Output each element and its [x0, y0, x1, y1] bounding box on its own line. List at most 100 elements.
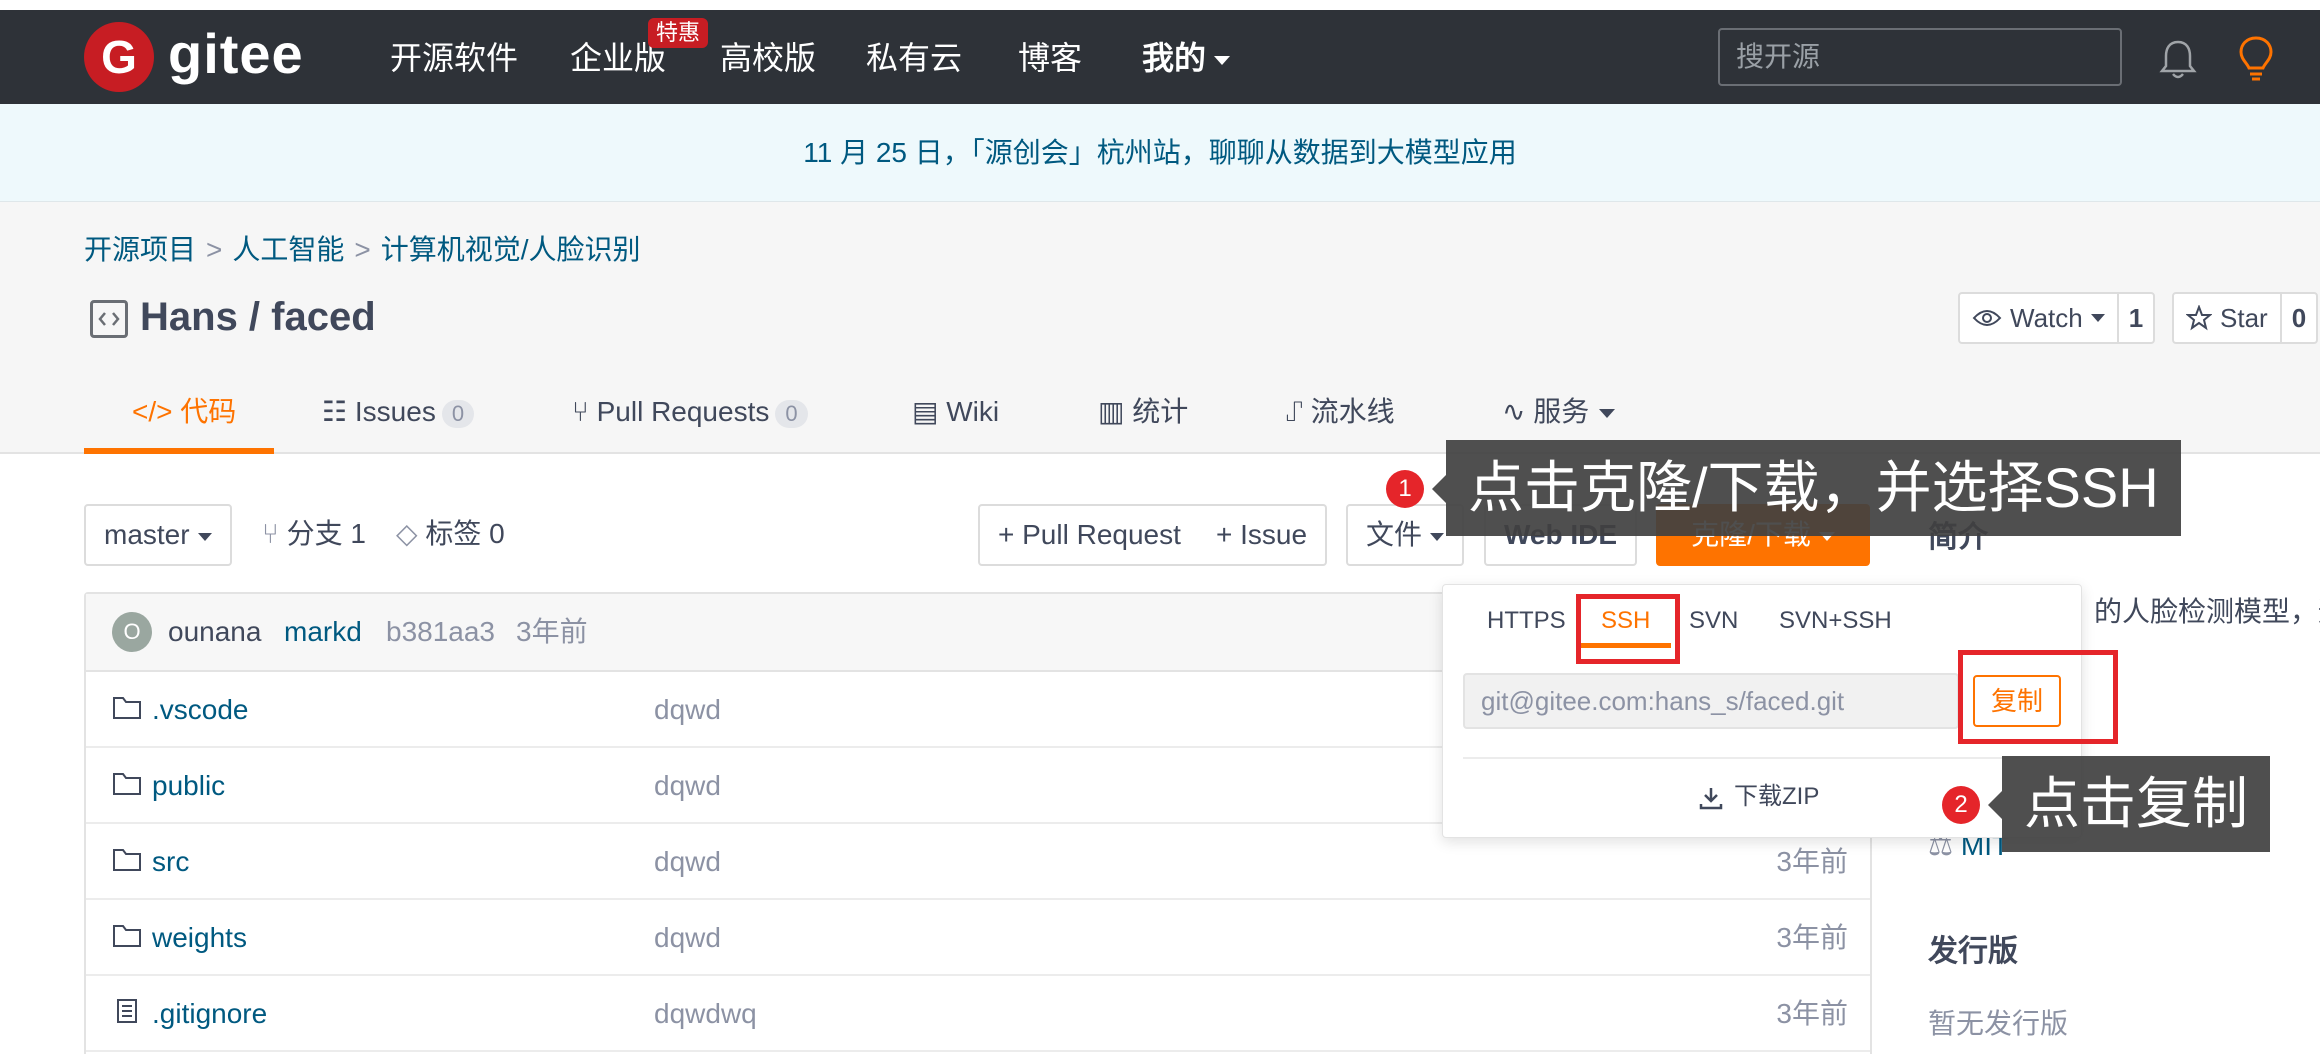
file-name[interactable]: .gitignore [152, 994, 267, 1034]
divider [1463, 757, 2063, 759]
tab-wiki[interactable]: ▤ Wiki [912, 392, 999, 432]
promo-badge: 特惠 [648, 18, 709, 48]
branch-select[interactable]: master [84, 504, 232, 566]
pulse-icon: ∿ [1502, 396, 1534, 427]
file-time: 3年前 [1776, 846, 1848, 877]
folder-icon [113, 773, 141, 795]
release-text: 暂无发行版 [1928, 1008, 2069, 1039]
lightbulb-icon[interactable] [2236, 34, 2276, 84]
pull-request-button[interactable]: + Pull Request [978, 504, 1201, 566]
download-zip-label: 下载ZIP [1734, 783, 1820, 810]
commit-author[interactable]: ounana [168, 612, 261, 652]
table-row[interactable]: .gitignore dqwdwq 3年前 [86, 976, 1870, 1052]
tab-pipeline[interactable]: ⑀ 流水线 [1286, 392, 1395, 432]
repo-title[interactable]: Hans / faced [140, 292, 376, 342]
tags-label: 标签 0 [425, 518, 505, 549]
tab-pull-requests[interactable]: ⑂ Pull Requests 0 [572, 392, 808, 432]
star-label-part: Star [2174, 294, 2280, 342]
step-1-marker: 1 [1386, 470, 1424, 508]
pipeline-icon: ⑀ [1286, 396, 1311, 427]
announcement-banner[interactable]: 11 月 25 日，「源创会」杭州站，聊聊从数据到大模型应用 [0, 104, 2320, 202]
repo-header: 开源项目 > 人工智能 > 计算机视觉/人脸识别 Hans / faced Watch … [0, 202, 2320, 454]
file-commit-message[interactable]: dqwd [654, 918, 721, 958]
book-icon: ▤ [912, 396, 947, 427]
breadcrumb-separator: > [206, 234, 223, 265]
chevron-down-icon [2090, 314, 2105, 322]
tab-code[interactable]: </> 代码 [132, 392, 236, 432]
nav-mine-label: 我的 [1142, 40, 1207, 76]
code-repo-icon [90, 300, 128, 338]
chevron-down-icon [1430, 532, 1445, 541]
folder-icon [113, 697, 141, 719]
star-icon [2186, 305, 2212, 331]
file-commit-message[interactable]: dqwd [654, 842, 721, 882]
tab-stats-label: 统计 [1132, 396, 1189, 427]
clone-url-field[interactable] [1463, 673, 1959, 729]
star-label: Star [2220, 302, 2268, 333]
top-navbar: G gitee 开源软件 企业版 特惠 高校版 私有云 博客 我的 [0, 10, 2320, 104]
star-button[interactable]: Star 0 [2172, 292, 2319, 344]
branch-icon: ⑂ [262, 518, 287, 549]
download-zip-link[interactable]: 下载ZIP [1698, 781, 1819, 813]
search-input[interactable] [1718, 28, 2122, 86]
tab-pipeline-label: 流水线 [1310, 396, 1395, 427]
protocol-svn-tab[interactable]: SVN [1689, 605, 1738, 637]
nav-mine[interactable]: 我的 [1142, 38, 1231, 78]
release-title: 发行版 [1928, 935, 2018, 968]
star-count[interactable]: 0 [2279, 294, 2316, 342]
issues-icon: ☷ [322, 396, 355, 427]
step-2-callout: 点击复制 [2002, 756, 2270, 852]
commit-time: 3年前 [516, 616, 588, 647]
file-time: 3年前 [1776, 922, 1848, 953]
step-2-marker: 2 [1942, 786, 1980, 824]
bar-chart-icon: ▥ [1098, 396, 1133, 427]
file-commit-message[interactable]: dqwd [654, 690, 721, 730]
gitee-logo-text[interactable]: gitee [168, 24, 304, 84]
commit-message[interactable]: markd [284, 612, 362, 652]
watch-label-part: Watch [1960, 294, 2117, 342]
tab-code-label: 代码 [180, 396, 237, 427]
breadcrumb-ai[interactable]: 人工智能 [232, 234, 344, 265]
chevron-down-icon [1599, 409, 1616, 419]
pull-request-icon: ⑂ [572, 396, 597, 427]
file-name[interactable]: public [152, 766, 225, 806]
tab-services[interactable]: ∿ 服务 [1502, 392, 1616, 432]
tab-issues-label: Issues [354, 396, 436, 427]
branch-select-label: master [104, 519, 190, 550]
file-name[interactable]: .vscode [152, 690, 249, 730]
ssh-highlight-box [1576, 594, 1680, 664]
gitee-logo-icon[interactable]: G [84, 22, 154, 92]
watch-count[interactable]: 1 [2116, 294, 2153, 342]
file-commit-message[interactable]: dqwd [654, 766, 721, 806]
nav-education[interactable]: 高校版 [720, 38, 816, 78]
breadcrumb-open-source[interactable]: 开源项目 [84, 234, 196, 265]
tab-services-label: 服务 [1533, 396, 1590, 427]
issue-button[interactable]: + Issue [1198, 504, 1328, 566]
callout-arrow [1432, 475, 1446, 503]
protocol-svn-ssh-tab[interactable]: SVN+SSH [1779, 605, 1892, 637]
nav-blog[interactable]: 博客 [1018, 38, 1082, 78]
intro-text: 的人脸检测模型，通 [2094, 596, 2320, 627]
watch-button[interactable]: Watch 1 [1958, 292, 2156, 344]
breadcrumb-cv[interactable]: 计算机视觉/人脸识别 [381, 234, 641, 265]
folder-icon [113, 925, 141, 947]
branches-link[interactable]: ⑂ 分支 1 [262, 514, 366, 554]
nav-open-source[interactable]: 开源软件 [390, 38, 518, 78]
file-icon [117, 999, 137, 1023]
code-icon: </> [132, 396, 181, 427]
avatar[interactable]: O [112, 612, 152, 652]
protocol-https-tab[interactable]: HTTPS [1487, 605, 1566, 637]
file-name[interactable]: src [152, 842, 189, 882]
tab-stats[interactable]: ▥ 统计 [1098, 392, 1188, 432]
nav-private-cloud[interactable]: 私有云 [866, 38, 962, 78]
commit-hash[interactable]: b381aa3 [386, 612, 495, 652]
tags-link[interactable]: ◇ 标签 0 [396, 514, 505, 554]
download-icon [1699, 787, 1723, 809]
breadcrumb-separator: > [354, 234, 371, 265]
bell-icon[interactable] [2158, 38, 2198, 82]
file-name[interactable]: weights [152, 918, 247, 958]
file-commit-message[interactable]: dqwdwq [654, 994, 757, 1034]
tab-issues[interactable]: ☷ Issues 0 [322, 392, 475, 432]
watch-label: Watch [2010, 302, 2083, 333]
table-row[interactable]: weights dqwd 3年前 [86, 900, 1870, 976]
